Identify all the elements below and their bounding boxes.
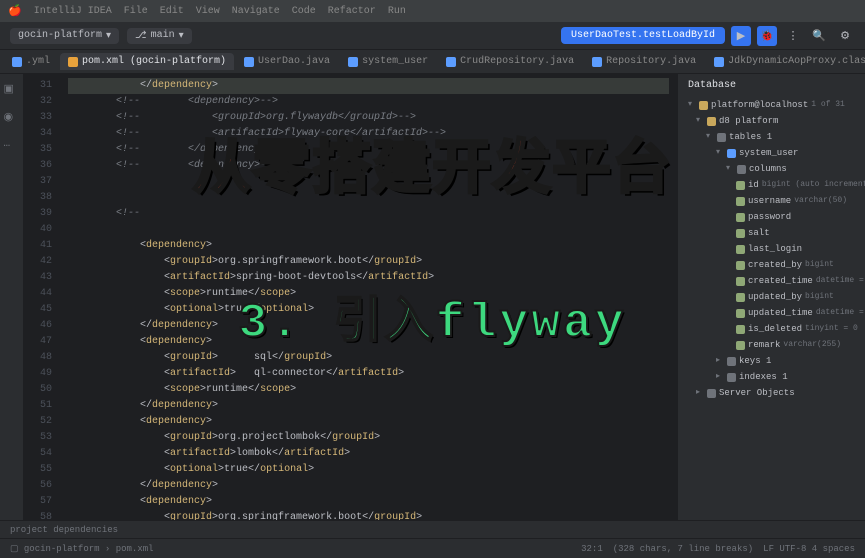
structure-tool-icon[interactable]: … (4, 138, 20, 154)
keys-node[interactable]: ▸keys 1 (684, 353, 859, 369)
branch-selector[interactable]: ⎇ main ▾ (127, 28, 192, 44)
file-icon (714, 57, 724, 67)
column-icon (736, 309, 745, 318)
editor-tab[interactable]: .yml (4, 53, 58, 70)
column-node[interactable]: last_login (684, 241, 859, 257)
database-panel: Database ▾platform@localhost 1 of 31 ▾d8… (677, 74, 865, 520)
run-config-selector[interactable]: UserDaoTest.testLoadById (561, 27, 725, 44)
encoding-info[interactable]: LF UTF-8 4 spaces (763, 544, 855, 554)
folder-icon (737, 165, 746, 174)
table-node[interactable]: ▾system_user (684, 145, 859, 161)
breadcrumb-left: project dependencies (10, 525, 118, 535)
file-icon (244, 57, 254, 67)
editor-tab[interactable]: UserDao.java (236, 53, 338, 70)
search-button[interactable]: 🔍 (809, 26, 829, 46)
column-icon (736, 197, 745, 206)
debug-button[interactable]: 🐞 (757, 26, 777, 46)
folder-icon (727, 357, 736, 366)
folder-icon (707, 389, 716, 398)
breadcrumb-path[interactable]: ▢ gocin-platform › pom.xml (10, 544, 154, 554)
column-icon (736, 277, 745, 286)
file-icon (446, 57, 456, 67)
play-icon: ▶ (737, 29, 745, 43)
column-node[interactable]: salt (684, 225, 859, 241)
branch-icon: ⎇ (135, 30, 147, 42)
schema-node[interactable]: ▾d8 platform (684, 113, 859, 129)
file-icon (68, 57, 78, 67)
chevron-down-icon: ▾ (106, 30, 111, 42)
more-icon: ⋮ (788, 29, 799, 43)
server-objects-node[interactable]: ▸Server Objects (684, 385, 859, 401)
column-icon (736, 229, 745, 238)
column-node[interactable]: created_time datetime = CURRENT_TIMESTAM… (684, 273, 859, 289)
editor-tab[interactable]: CrudRepository.java (438, 53, 582, 70)
run-button[interactable]: ▶ (731, 26, 751, 46)
line-numbers: 31 32 33 34 35 36 37 38 39 40 41 42 43 4… (24, 74, 60, 520)
column-icon (736, 213, 745, 222)
folder-icon (717, 133, 726, 142)
menu-item[interactable]: Edit (160, 6, 184, 17)
column-icon (736, 325, 745, 334)
column-node[interactable]: remark varchar(255) (684, 337, 859, 353)
menu-item[interactable]: Code (292, 6, 316, 17)
column-node[interactable]: id bigint (auto increment) (684, 177, 859, 193)
column-node[interactable]: password (684, 209, 859, 225)
database-panel-title: Database (684, 80, 859, 91)
project-tool-icon[interactable]: ▣ (4, 82, 20, 98)
schema-icon (707, 117, 716, 126)
indexes-node[interactable]: ▸indexes 1 (684, 369, 859, 385)
column-icon (736, 341, 745, 350)
column-node[interactable]: created_by bigint (684, 257, 859, 273)
menu-item[interactable]: IntelliJ IDEA (34, 6, 112, 17)
menu-item[interactable]: Navigate (232, 6, 280, 17)
editor-tab[interactable]: Repository.java (584, 53, 704, 70)
editor-tabs: .ymlpom.xml (gocin-platform)UserDao.java… (0, 50, 865, 74)
editor-tab[interactable]: JdkDynamicAopProxy.class (706, 53, 865, 70)
columns-node[interactable]: ▾columns (684, 161, 859, 177)
left-tool-gutter: ▣ ◉ … (0, 74, 24, 520)
menu-item[interactable]: Run (388, 6, 406, 17)
toolbar: gocin-platform ▾ ⎇ main ▾ UserDaoTest.te… (0, 22, 865, 50)
menu-item[interactable]: Refactor (328, 6, 376, 17)
datasource-node[interactable]: ▾platform@localhost 1 of 31 (684, 97, 859, 113)
overlay-title: 从零搭建开发平台 (192, 120, 672, 204)
tables-node[interactable]: ▾tables 1 (684, 129, 859, 145)
menubar: 🍎 IntelliJ IDEA File Edit View Navigate … (0, 0, 865, 22)
database-tree: ▾platform@localhost 1 of 31 ▾d8 platform… (684, 97, 859, 401)
more-button[interactable]: ⋮ (783, 26, 803, 46)
selection-info: (328 chars, 7 line breaks) (613, 544, 753, 554)
gear-icon: ⚙ (840, 29, 850, 43)
settings-button[interactable]: ⚙ (835, 26, 855, 46)
bug-icon: 🐞 (760, 29, 774, 43)
search-icon: 🔍 (812, 29, 826, 43)
overlay-subtitle: 3. 引入flyway (238, 280, 626, 351)
column-node[interactable]: updated_by bigint (684, 289, 859, 305)
commit-tool-icon[interactable]: ◉ (4, 110, 20, 126)
table-icon (727, 149, 736, 158)
apple-icon: 🍎 (8, 4, 22, 18)
breadcrumb-bar: project dependencies (0, 520, 865, 538)
editor-tab[interactable]: system_user (340, 53, 436, 70)
menu-item[interactable]: File (124, 6, 148, 17)
chevron-down-icon: ▾ (179, 30, 184, 42)
column-icon (736, 181, 745, 190)
menu-item[interactable]: View (196, 6, 220, 17)
column-node[interactable]: is_deleted tinyint = 0 (684, 321, 859, 337)
column-icon (736, 293, 745, 302)
file-icon (348, 57, 358, 67)
project-selector[interactable]: gocin-platform ▾ (10, 28, 119, 44)
editor-tab[interactable]: pom.xml (gocin-platform) (60, 53, 234, 70)
column-node[interactable]: username varchar(50) (684, 193, 859, 209)
file-icon (12, 57, 22, 67)
column-icon (736, 245, 745, 254)
column-icon (736, 261, 745, 270)
column-node[interactable]: updated_time datetime = CURRENT_TIMESTAM… (684, 305, 859, 321)
file-icon (592, 57, 602, 67)
database-icon (699, 101, 708, 110)
folder-icon (727, 373, 736, 382)
cursor-position[interactable]: 32:1 (581, 544, 603, 554)
statusbar: ▢ gocin-platform › pom.xml 32:1 (328 cha… (0, 538, 865, 558)
